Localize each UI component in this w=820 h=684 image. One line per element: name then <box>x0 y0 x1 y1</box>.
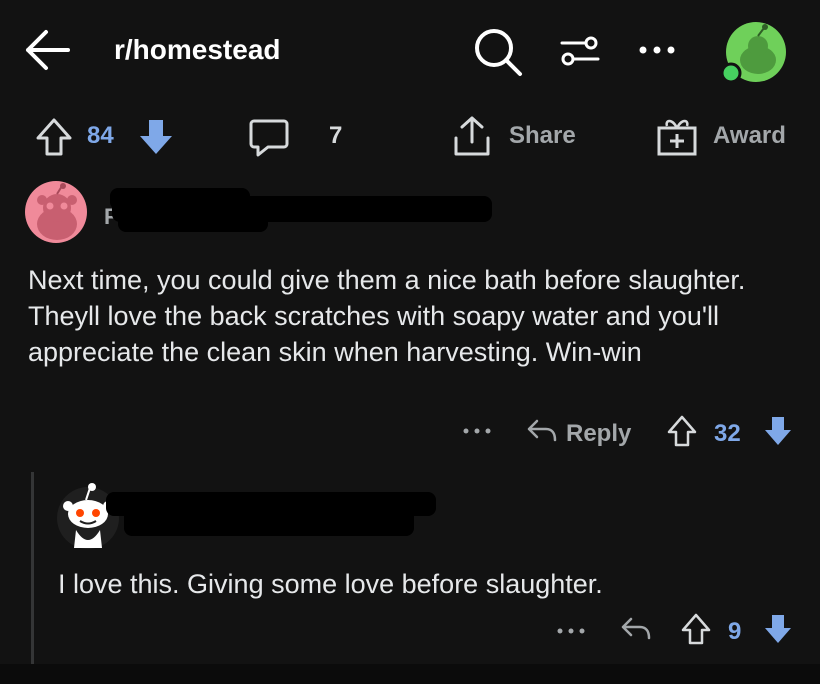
comment-2: I love this. Giving some love before sla… <box>36 470 820 664</box>
thread-line[interactable] <box>31 472 34 664</box>
downvote-icon[interactable] <box>762 414 794 448</box>
commenter-avatar[interactable] <box>24 180 88 244</box>
upvote-icon[interactable] <box>34 116 74 158</box>
filter-icon[interactable] <box>560 34 600 68</box>
avatar[interactable] <box>718 18 788 88</box>
post-vote-count: 84 <box>87 122 114 149</box>
upvote-icon[interactable] <box>666 414 698 448</box>
comment-body: I love this. Giving some love before sla… <box>58 569 603 599</box>
reply-label[interactable]: Reply <box>566 420 631 448</box>
reply-icon[interactable] <box>620 616 652 642</box>
comment-count: 7 <box>329 122 343 149</box>
upvote-icon[interactable] <box>680 612 712 646</box>
share-icon[interactable] <box>452 114 492 158</box>
award-icon[interactable] <box>656 114 698 158</box>
share-label[interactable]: Share <box>509 122 576 150</box>
search-icon[interactable] <box>472 26 524 78</box>
redaction-bar <box>118 214 268 232</box>
post-action-bar: 84 7 Share Award <box>0 108 820 164</box>
reply-icon[interactable] <box>526 418 558 444</box>
more-icon[interactable] <box>462 426 492 436</box>
comment-body: Next time, you could give them a nice ba… <box>28 265 746 367</box>
commenter-avatar[interactable] <box>56 480 120 552</box>
downvote-icon[interactable] <box>136 116 176 158</box>
comment-1: F Next time, you could give them a nice … <box>0 170 820 460</box>
back-arrow-icon[interactable] <box>22 26 72 74</box>
top-bar: r/homestead <box>0 0 820 100</box>
comment-icon[interactable] <box>248 116 290 158</box>
comment-vote-count: 9 <box>728 618 742 645</box>
downvote-icon[interactable] <box>762 612 794 646</box>
award-label[interactable]: Award <box>713 122 786 150</box>
comment-vote-count: 32 <box>714 420 741 447</box>
redaction-bar <box>124 508 414 536</box>
bottom-strip <box>0 664 820 684</box>
more-icon[interactable] <box>638 44 676 56</box>
more-icon[interactable] <box>556 626 586 636</box>
subreddit-title[interactable]: r/homestead <box>114 34 281 66</box>
